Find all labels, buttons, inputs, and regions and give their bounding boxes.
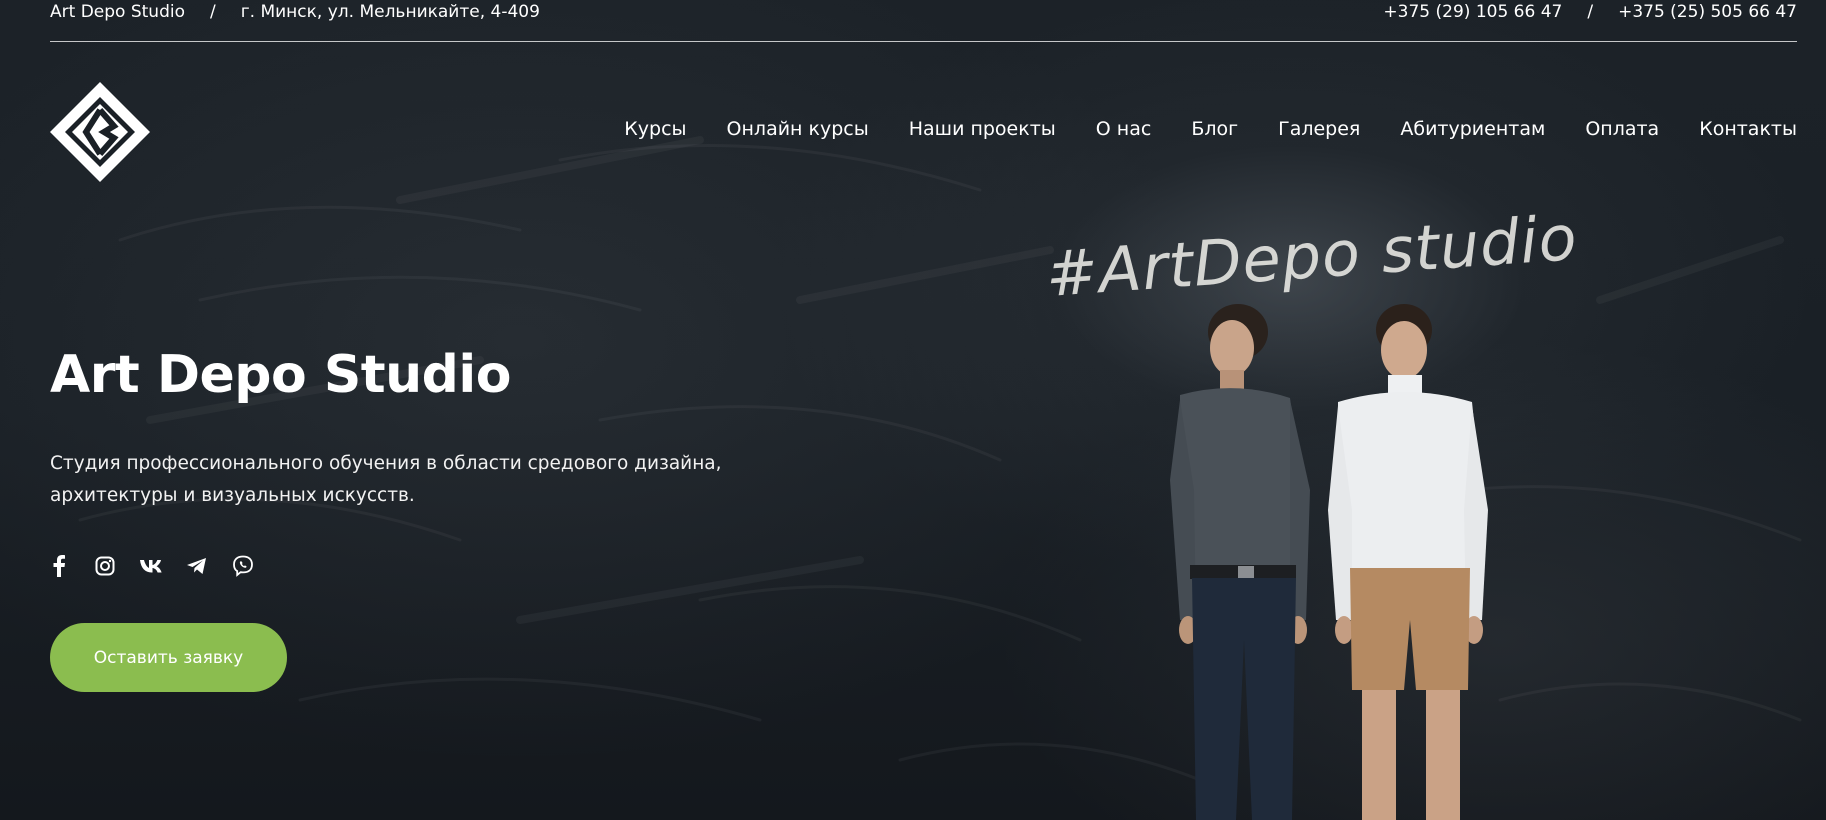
vk-icon[interactable]: [138, 553, 164, 579]
nav-item-about[interactable]: О нас: [1096, 118, 1152, 140]
phone-link-2[interactable]: +375 (25) 505 66 47: [1618, 2, 1797, 22]
separator: /: [209, 1, 216, 22]
nav-item-contacts[interactable]: Контакты: [1699, 118, 1797, 140]
hero-subtitle: Студия профессионального обучения в обла…: [50, 453, 722, 506]
nav-item-applicants[interactable]: Абитуриентам: [1400, 118, 1545, 140]
phone-link-1[interactable]: +375 (29) 105 66 47: [1383, 2, 1562, 22]
instagram-icon[interactable]: [92, 553, 118, 579]
main-nav: Курсы Онлайн курсы Наши проекты О нас Бл…: [624, 118, 1797, 140]
top-bar-right: +375 (29) 105 66 47 / +375 (25) 505 66 4…: [1383, 0, 1797, 23]
social-links: [46, 553, 276, 579]
address: г. Минск, ул. Мельникайте, 4-409: [240, 1, 540, 22]
top-bar: Art Depo Studio / г. Минск, ул. Мельника…: [50, 0, 1797, 42]
person-left: [1170, 304, 1310, 820]
hero-title: Art Depo Studio: [50, 345, 511, 405]
hero-page: Art Depo Studio / г. Минск, ул. Мельника…: [0, 0, 1826, 820]
nav-item-blog[interactable]: Блог: [1191, 118, 1238, 140]
nav-item-courses[interactable]: Курсы: [624, 118, 686, 140]
telegram-icon[interactable]: [184, 553, 210, 579]
diamond-logo-icon[interactable]: [50, 82, 150, 182]
person-right: [1328, 304, 1488, 820]
studio-name: Art Depo Studio: [50, 1, 185, 22]
nav-item-gallery[interactable]: Галерея: [1278, 118, 1360, 140]
separator: /: [1587, 1, 1594, 22]
nav-item-projects[interactable]: Наши проекты: [909, 118, 1056, 140]
nav-item-payment[interactable]: Оплата: [1585, 118, 1659, 140]
nav-item-online-courses[interactable]: Онлайн курсы: [727, 118, 869, 140]
viber-icon[interactable]: [230, 553, 256, 579]
top-bar-left: Art Depo Studio / г. Минск, ул. Мельника…: [50, 0, 540, 23]
submit-request-button[interactable]: Оставить заявку: [50, 623, 287, 692]
facebook-icon[interactable]: [46, 553, 72, 579]
hero-photo: [1170, 304, 1488, 820]
